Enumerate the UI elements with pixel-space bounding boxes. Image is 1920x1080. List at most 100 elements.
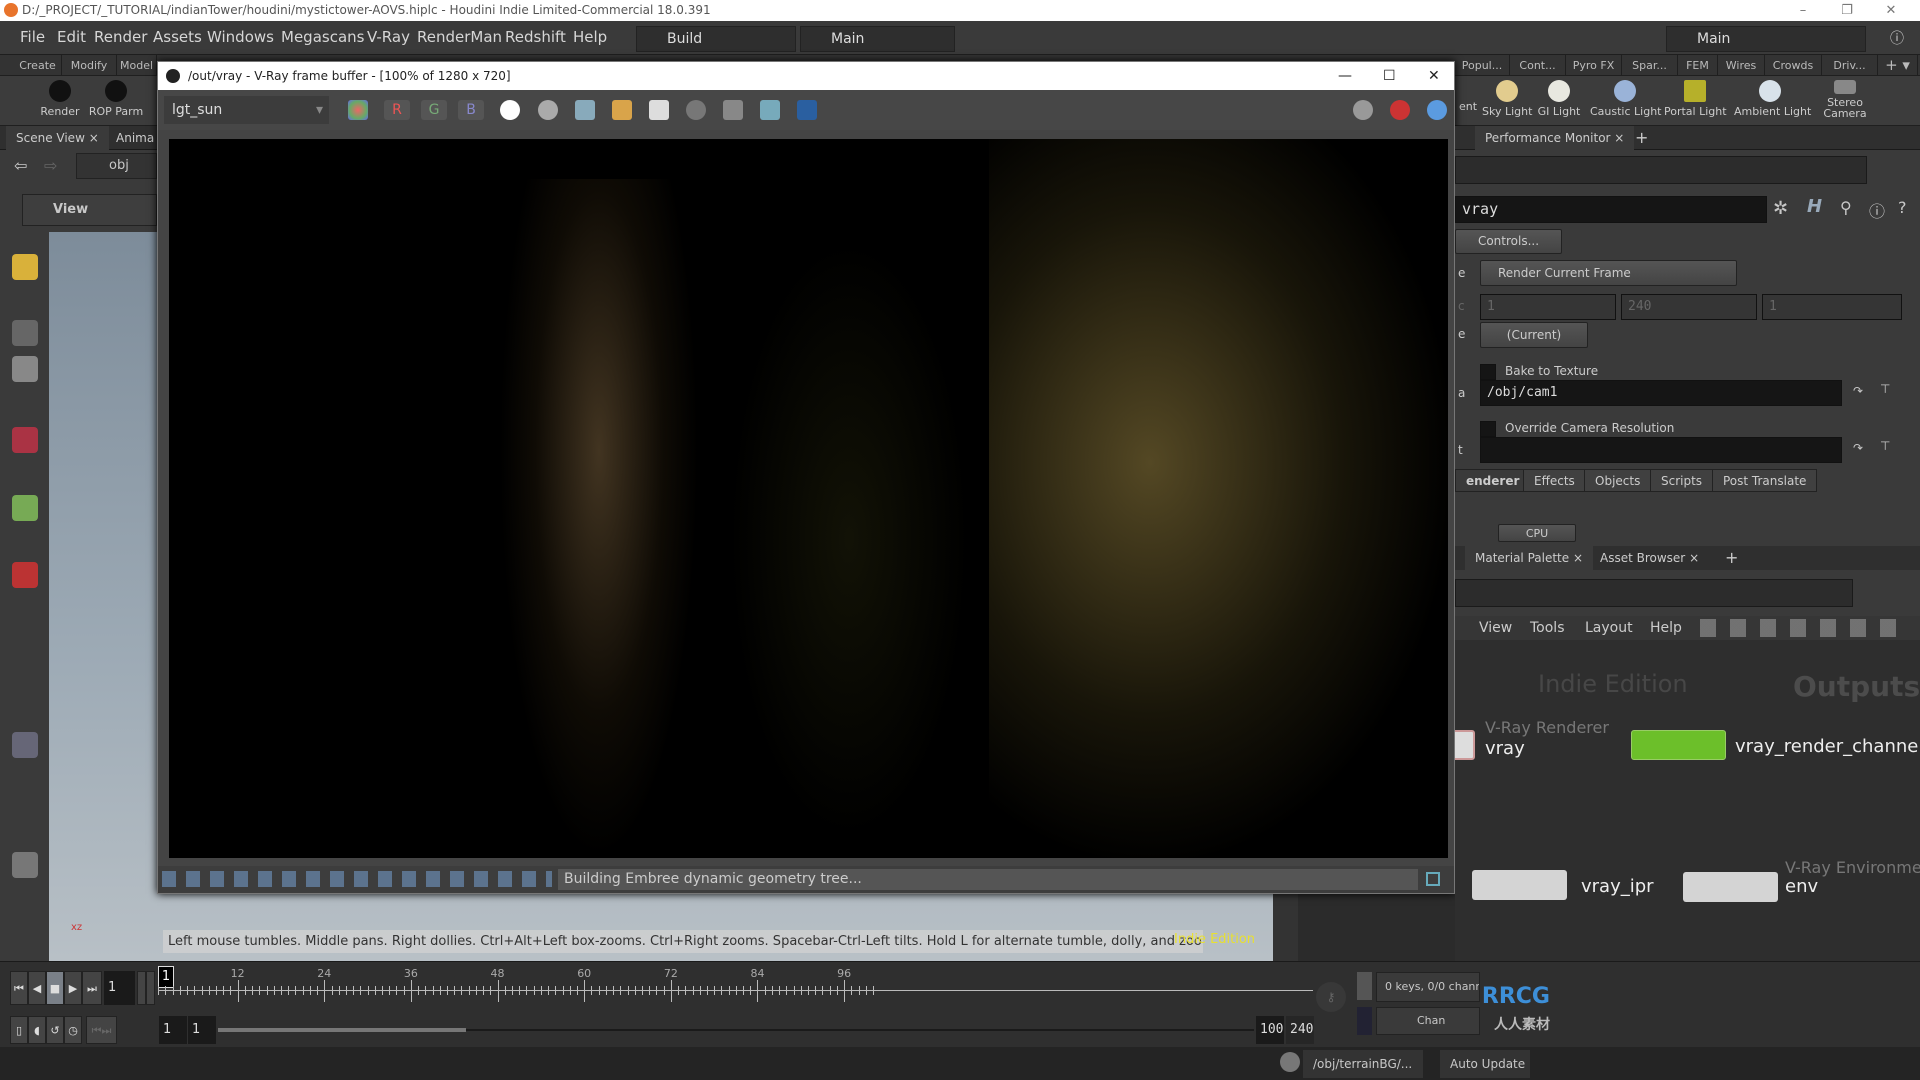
tab-scene-view[interactable]: Scene View × — [6, 126, 109, 150]
override-resolution-checkbox[interactable] — [1480, 421, 1496, 437]
magnet-tool-icon[interactable] — [12, 562, 38, 588]
search-icon[interactable]: ⚲ — [1840, 198, 1852, 217]
add-shelf-icon[interactable]: + ▾ — [1878, 55, 1918, 76]
menu-layout[interactable]: Layout — [1585, 620, 1633, 636]
tab-effects[interactable]: Effects — [1523, 469, 1586, 492]
tool-caustic-light[interactable]: Caustic Light — [1590, 80, 1662, 118]
menu-assets[interactable]: Assets — [153, 28, 202, 46]
jump-icon[interactable]: ↷ — [1853, 384, 1863, 398]
frame-start-field[interactable]: 1 — [1480, 294, 1616, 320]
render-icon[interactable] — [1427, 100, 1447, 120]
vfb-minimize-button[interactable]: — — [1338, 62, 1352, 90]
lock-tool-icon[interactable] — [12, 356, 38, 382]
channel-select[interactable]: lgt_sun ▾ — [164, 96, 329, 124]
transform-tool-icon[interactable] — [12, 427, 38, 453]
shelf-tab-pyrofx[interactable]: Pyro FX — [1566, 55, 1622, 76]
shelf-tab-populate[interactable]: Popul... — [1455, 55, 1510, 76]
tool-portal-light[interactable]: Portal Light — [1664, 80, 1727, 118]
desktop-build-select[interactable]: Build — [636, 26, 796, 52]
tab-objects[interactable]: Objects — [1584, 469, 1652, 492]
menu-file[interactable]: File — [20, 28, 45, 46]
menu-render[interactable]: Render — [94, 28, 147, 46]
info-icon[interactable]: ⓘ — [1869, 198, 1885, 222]
menu-help[interactable]: Help — [1650, 620, 1682, 636]
close-button[interactable]: ✕ — [1876, 0, 1906, 21]
gear-icon[interactable]: ✲ — [1773, 198, 1788, 219]
render-mode-select[interactable]: Render Current Frame — [1480, 260, 1737, 286]
shelf-tab-fem[interactable]: FEM — [1678, 55, 1718, 76]
shelf-tab-wires[interactable]: Wires — [1718, 55, 1765, 76]
key-step-buttons[interactable]: ⏮⏭ — [86, 1016, 117, 1044]
key-icon[interactable]: ⚷ — [1316, 982, 1346, 1012]
node-vray[interactable] — [1455, 730, 1475, 760]
mono-display-icon[interactable] — [538, 100, 558, 120]
shelf-tab-crowds[interactable]: Crowds — [1765, 55, 1822, 76]
loop-icon[interactable]: ↺ — [46, 1016, 64, 1044]
menu-redshift[interactable]: Redshift — [505, 28, 566, 46]
teapot-render-icon[interactable] — [760, 100, 780, 120]
handle-tool-icon[interactable] — [12, 495, 38, 521]
pointer-tool-icon[interactable] — [12, 320, 38, 346]
bake-checkbox[interactable] — [1480, 364, 1496, 380]
tool-sky-light[interactable]: Sky Light — [1482, 80, 1532, 118]
region-render-icon[interactable] — [723, 100, 743, 120]
range-end2-field[interactable]: 240 — [1286, 1016, 1314, 1044]
tab-post-translate[interactable]: Post Translate — [1712, 469, 1818, 492]
node-chooser-icon[interactable]: ⊤ — [1880, 382, 1890, 396]
render-last-icon[interactable] — [1353, 100, 1373, 120]
menu-windows[interactable]: Windows — [207, 28, 274, 46]
layers-icon[interactable] — [1426, 872, 1440, 886]
stop-icon[interactable] — [1390, 100, 1410, 120]
range-start2-field[interactable]: 1 — [188, 1016, 216, 1044]
channel-green-button[interactable]: G — [421, 100, 447, 120]
vfb-maximize-button[interactable]: ☐ — [1383, 62, 1396, 90]
channel-blue-button[interactable]: B — [458, 100, 484, 120]
tab-animation[interactable]: Anima — [112, 126, 157, 150]
save-icon[interactable] — [575, 100, 595, 120]
shelf-tab-create[interactable]: Create — [14, 55, 62, 76]
desktop-main-select[interactable]: Main — [800, 26, 955, 52]
display-tool-icon[interactable] — [12, 852, 38, 878]
auto-key-icon[interactable] — [1357, 972, 1372, 1000]
shelf-tab-model[interactable]: Model — [117, 55, 157, 76]
shelf-tab-container[interactable]: Cont... — [1510, 55, 1566, 76]
range-slider[interactable] — [218, 1028, 466, 1032]
range-start-field[interactable]: 1 — [159, 1016, 187, 1044]
camera-tool-icon[interactable] — [12, 732, 38, 758]
vfb-bottom-tool-icons[interactable] — [162, 871, 552, 887]
tab-performance-monitor[interactable]: Performance Monitor × — [1475, 126, 1635, 150]
context-main-select[interactable]: Main — [1666, 26, 1866, 52]
tool-gi-light[interactable]: GI Light — [1536, 80, 1582, 118]
jump-icon[interactable]: ↷ — [1853, 441, 1863, 455]
network-path-select[interactable] — [1455, 579, 1853, 607]
node-vray-ipr[interactable] — [1472, 870, 1567, 900]
compare-icon[interactable] — [797, 100, 817, 120]
node-name-field[interactable]: vray — [1455, 196, 1767, 223]
menu-help[interactable]: Help — [573, 28, 607, 46]
tool-rop-parm[interactable]: ROP Parm — [88, 80, 144, 118]
node-vray-render-channels[interactable] — [1631, 730, 1726, 760]
network-path[interactable]: obj — [76, 153, 157, 179]
help-icon[interactable]: ⓘ — [1890, 28, 1904, 48]
clipboard-icon[interactable] — [649, 100, 669, 120]
device-select[interactable]: CPU — [1498, 524, 1576, 542]
controls-button[interactable]: Controls... — [1455, 229, 1562, 254]
tool-render[interactable]: Render — [40, 80, 80, 118]
menu-view[interactable]: View — [1479, 620, 1512, 636]
back-arrow-icon[interactable]: ⇦ — [14, 156, 27, 175]
rgb-icon[interactable] — [348, 100, 368, 120]
channel-red-button[interactable]: R — [384, 100, 410, 120]
minimize-button[interactable]: – — [1788, 0, 1818, 21]
tool-partial[interactable]: ent — [1458, 100, 1478, 113]
white-display-icon[interactable] — [500, 100, 520, 120]
rendered-image[interactable] — [169, 139, 1448, 858]
realtime-toggle[interactable]: ▯ — [10, 1016, 28, 1044]
status-path-menu[interactable]: /obj/terrainBG/... — [1303, 1050, 1423, 1078]
open-folder-icon[interactable] — [612, 100, 632, 120]
clear-icon[interactable] — [686, 100, 706, 120]
restore-button[interactable]: ❐ — [1832, 0, 1862, 21]
tab-renderer[interactable]: enderer — [1455, 469, 1531, 492]
camera-field[interactable]: /obj/cam1 — [1480, 380, 1842, 406]
node-chooser-icon[interactable]: ⊤ — [1880, 439, 1890, 453]
forward-arrow-icon[interactable]: ⇨ — [44, 156, 57, 175]
